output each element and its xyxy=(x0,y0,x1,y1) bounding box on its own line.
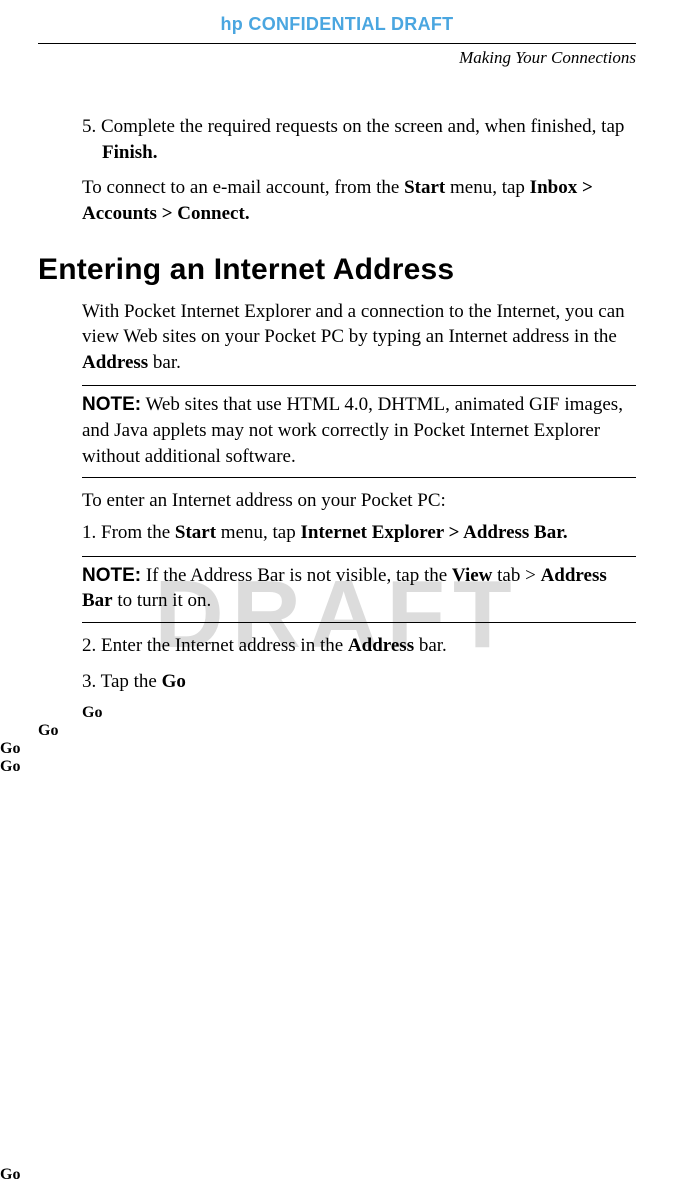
note-html-support: NOTE: Web sites that use HTML 4.0, DHTML… xyxy=(82,385,636,478)
connect-email-paragraph: To connect to an e-mail account, from th… xyxy=(82,175,636,226)
note-label: NOTE: xyxy=(82,565,141,586)
step-number: 5. xyxy=(82,116,96,137)
section1-lead: To enter an Internet address on your Poc… xyxy=(82,488,636,514)
note-text: Web sites that use HTML 4.0, DHTML, anim… xyxy=(82,394,623,466)
section1-step-1: 1. From the Start menu, tap Internet Exp… xyxy=(82,520,636,546)
chapter-title: Making Your Connections xyxy=(38,48,636,68)
section1-intro: With Pocket Internet Explorer and a conn… xyxy=(82,299,636,376)
step-text: Complete the required requests on the sc… xyxy=(101,116,624,137)
section-heading-internet-address: Entering an Internet Address xyxy=(38,253,636,287)
section1-step-3: 3. Tap the Go xyxy=(82,669,636,695)
note-address-bar: NOTE: If the Address Bar is not visible,… xyxy=(82,556,636,623)
confidential-banner: hp CONFIDENTIAL DRAFT xyxy=(0,0,674,35)
note-label: NOTE: xyxy=(82,394,141,415)
step-5: 5. Complete the required requests on the… xyxy=(82,114,636,165)
step-bold: Finish. xyxy=(102,142,157,163)
section1-step-2: 2. Enter the Internet address in the Add… xyxy=(82,633,636,659)
